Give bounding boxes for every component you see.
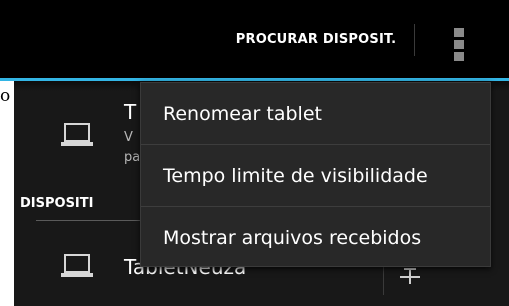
laptop-icon [61, 123, 93, 147]
action-bar-divider [414, 24, 415, 56]
menu-item-visibility-timeout[interactable]: Tempo limite de visibilidade [141, 145, 490, 206]
overflow-menu-button[interactable] [432, 14, 484, 66]
left-edge-text: o [0, 86, 11, 106]
bluetooth-settings-screen: PROCURAR DISPOSIT. o T V pa DISPOSITI Ta… [0, 0, 509, 306]
menu-item-label: Tempo limite de visibilidade [163, 164, 428, 187]
section-header-devices: DISPOSITI [20, 196, 94, 211]
action-bar: PROCURAR DISPOSIT. [0, 0, 509, 79]
this-device-name[interactable]: T [124, 100, 136, 124]
menu-item-label: Renomear tablet [163, 102, 322, 125]
menu-item-rename-tablet[interactable]: Renomear tablet [141, 83, 490, 144]
this-device-subtitle-line2: pa [124, 150, 141, 165]
menu-item-show-received-files[interactable]: Mostrar arquivos recebidos [141, 207, 490, 268]
search-devices-button[interactable]: PROCURAR DISPOSIT. [220, 0, 412, 79]
overflow-menu: Renomear tablet Tempo limite de visibili… [140, 82, 491, 267]
menu-item-label: Mostrar arquivos recebidos [163, 226, 422, 249]
search-devices-label: PROCURAR DISPOSIT. [235, 32, 397, 47]
section-header-divider [36, 220, 146, 221]
laptop-icon [61, 254, 93, 278]
this-device-subtitle-line1: V [124, 130, 133, 145]
